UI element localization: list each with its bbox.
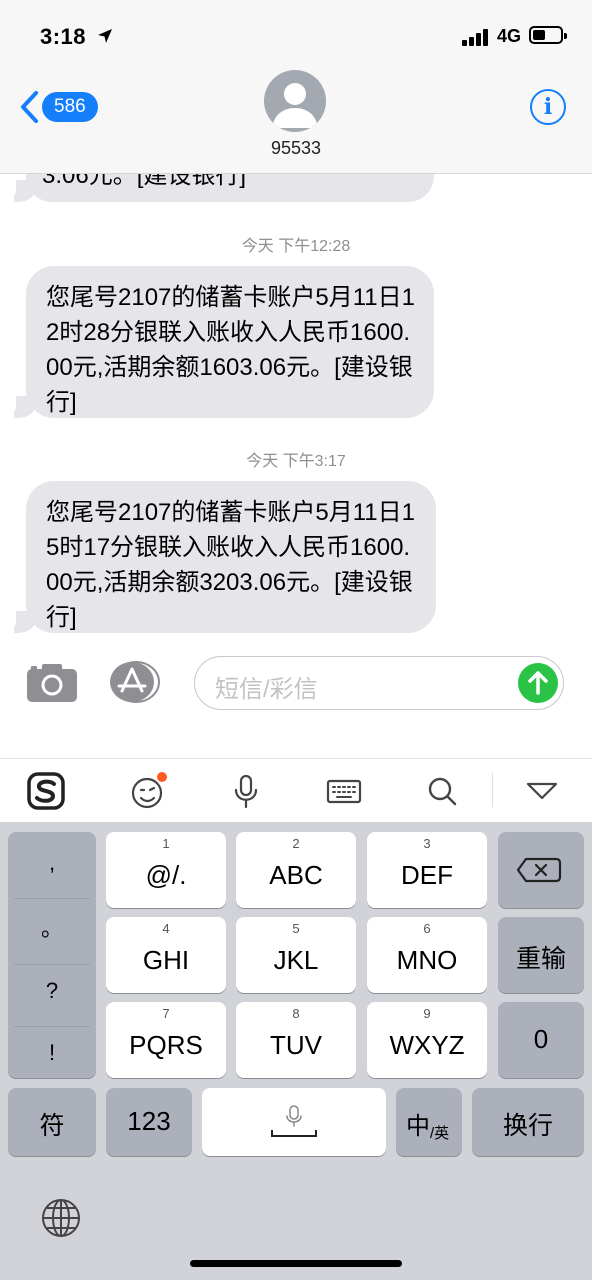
key-number: 9 (423, 1006, 431, 1021)
key-4[interactable]: 4 GHI (106, 917, 226, 993)
key-number: 6 (423, 921, 431, 936)
key-label: JKL (273, 945, 319, 975)
hide-keyboard-icon[interactable] (522, 771, 562, 811)
key-label: GHI (142, 945, 190, 975)
key-6[interactable]: 6 MNO (367, 917, 487, 993)
key-label: ABC (269, 860, 323, 890)
message-text: 您尾号2107的储蓄卡账户5月11日15时17分银联入账收入人民币1600.00… (46, 499, 415, 631)
globe-icon[interactable] (40, 1197, 82, 1239)
network-type: 4G (497, 26, 522, 46)
key-label: 符 (39, 1112, 65, 1140)
punct-period-key[interactable]: 。 (8, 898, 96, 960)
key-label: MNO (396, 945, 458, 975)
key-3[interactable]: 3 DEF (367, 832, 487, 908)
battery-icon (529, 26, 567, 44)
unread-count-badge[interactable]: 586 (42, 92, 98, 122)
enter-key[interactable]: 换行 (472, 1088, 584, 1156)
key-sublabel: /英 (430, 1125, 450, 1142)
punctuation-column[interactable]: , 。 ? ! (8, 832, 96, 1078)
key-label: 换行 (502, 1112, 553, 1140)
key-8[interactable]: 8 TUV (236, 1002, 356, 1078)
cellular-signal-icon (462, 28, 492, 46)
key-number: 8 (292, 1006, 300, 1021)
message-timestamp: 今天 下午12:28 (241, 238, 351, 255)
sogou-logo-icon[interactable] (26, 771, 66, 811)
key-label: @/. (145, 860, 187, 890)
contact-avatar[interactable] (264, 70, 326, 132)
person-silhouette-icon (272, 83, 318, 128)
punct-question-key[interactable]: ? (8, 960, 96, 1022)
app-store-icon[interactable] (108, 661, 164, 703)
status-bar: 3:18 4G (0, 0, 592, 64)
message-bubble[interactable]: 您尾号2107的储蓄卡账户5月11日12时28分银联入账收入人民币1600.00… (26, 266, 434, 418)
key-number: 1 (162, 836, 170, 851)
bubble-tail (2, 180, 36, 202)
numbers-key[interactable]: 123 (106, 1088, 192, 1156)
bubble-tail (2, 611, 36, 633)
conversation-header: 586 95533 i (0, 64, 592, 174)
language-switch-key[interactable]: 中 /英 (396, 1088, 462, 1156)
message-text: 您尾号2107的储蓄卡账户5月11日12时28分银联入账收入人民币1600.00… (46, 284, 415, 416)
key-9[interactable]: 9 WXYZ (367, 1002, 487, 1078)
ime-toolbar (0, 758, 592, 822)
key-label: DEF (401, 860, 453, 890)
message-timestamp: 今天 下午3:17 (246, 453, 346, 470)
message-bubble[interactable]: 您尾号2107的储蓄卡账户5月11日15时17分银联入账收入人民币1600.00… (26, 481, 436, 633)
camera-icon[interactable] (26, 661, 78, 703)
home-indicator[interactable] (190, 1260, 402, 1267)
key-number: 3 (423, 836, 431, 851)
key-number: 7 (162, 1006, 170, 1021)
keyboard: , 。 ? ! 1 @/. 2 ABC 3 DEF 4 GHI 5 JKL 6 … (0, 822, 592, 1280)
back-chevron-icon[interactable] (18, 90, 40, 124)
backspace-key[interactable] (498, 832, 584, 908)
retype-key[interactable]: 重输 (498, 917, 584, 993)
punct-exclaim-key[interactable]: ! (8, 1022, 96, 1084)
key-label: 123 (127, 1106, 171, 1136)
key-2[interactable]: 2 ABC (236, 832, 356, 908)
key-label: WXYZ (389, 1030, 465, 1060)
key-label: 0 (533, 1024, 549, 1054)
bubble-tail (2, 396, 36, 418)
location-arrow-icon (98, 29, 112, 43)
info-icon[interactable]: i (530, 89, 566, 125)
key-number: 2 (292, 836, 300, 851)
space-mic-icon (271, 1105, 317, 1137)
toolbar-divider (492, 773, 493, 807)
key-label: PQRS (129, 1030, 203, 1060)
key-label: TUV (270, 1030, 322, 1060)
contact-name[interactable]: 95533 (246, 138, 346, 159)
send-button[interactable] (518, 663, 558, 703)
keyboard-icon[interactable] (324, 771, 364, 811)
arrow-up-icon (528, 671, 548, 695)
message-input-placeholder: 短信/彩信 (215, 676, 318, 703)
symbols-key[interactable]: 符 (8, 1088, 96, 1156)
status-time: 3:18 (40, 24, 87, 49)
search-icon[interactable] (422, 771, 462, 811)
message-input[interactable]: 短信/彩信 (194, 656, 564, 710)
key-number: 5 (292, 921, 300, 936)
key-1[interactable]: 1 @/. (106, 832, 226, 908)
microphone-icon[interactable] (226, 771, 266, 811)
zero-key[interactable]: 0 (498, 1002, 584, 1078)
key-label: 重输 (515, 945, 566, 973)
key-label: 中 (406, 1113, 430, 1140)
emoji-icon[interactable] (128, 771, 168, 811)
key-5[interactable]: 5 JKL (236, 917, 356, 993)
key-number: 4 (162, 921, 170, 936)
punct-comma-key[interactable]: , (8, 832, 96, 894)
backspace-icon (516, 857, 562, 883)
space-key[interactable] (202, 1088, 386, 1156)
key-7[interactable]: 7 PQRS (106, 1002, 226, 1078)
